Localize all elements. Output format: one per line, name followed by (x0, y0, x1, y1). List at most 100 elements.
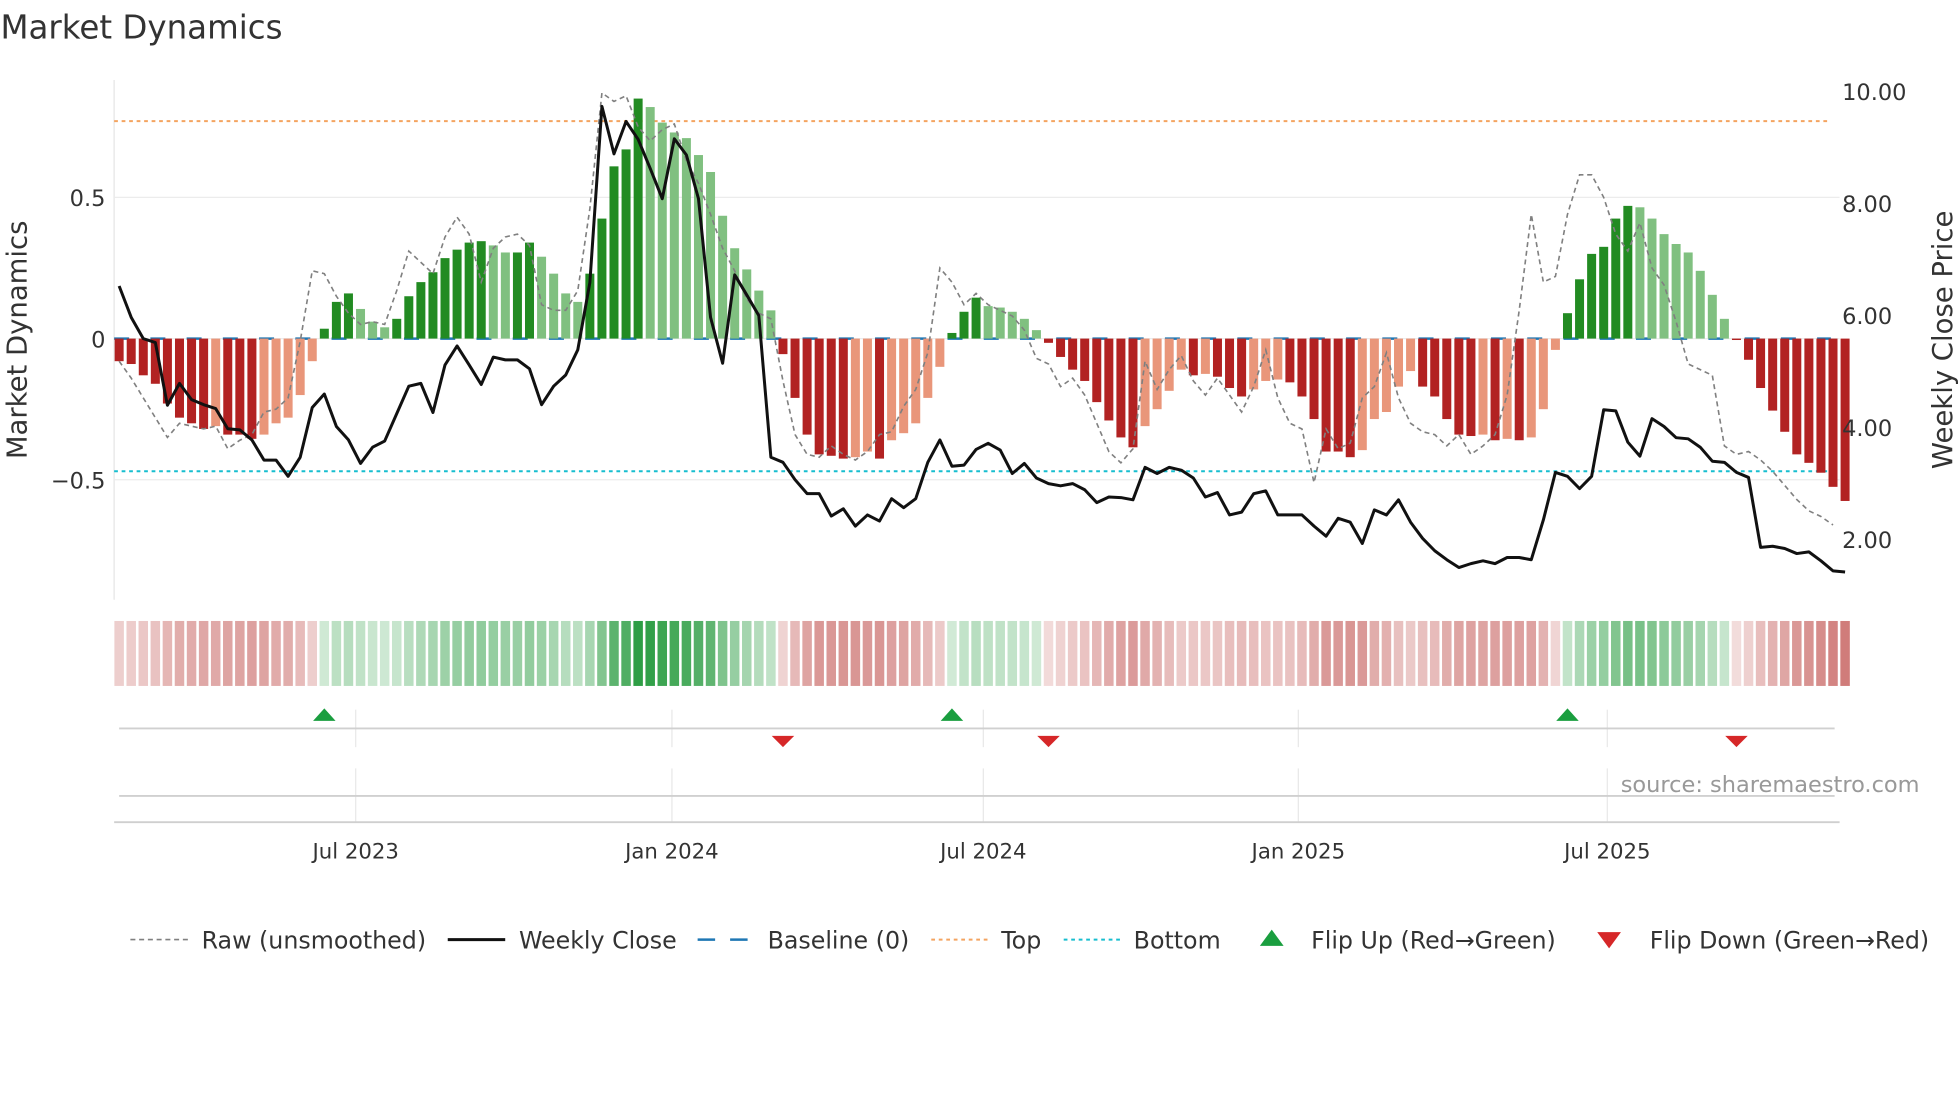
regime-cell (959, 620, 969, 686)
regime-cell (1260, 620, 1271, 686)
momentum-bar (187, 338, 197, 424)
regime-cell (705, 620, 716, 686)
momentum-bar (295, 338, 305, 396)
momentum-bar (1562, 313, 1572, 339)
momentum-bar (1466, 338, 1476, 437)
momentum-bar (1538, 338, 1548, 410)
regime-cell (247, 620, 257, 686)
regime-cell (500, 620, 511, 686)
momentum-bar (1285, 338, 1295, 383)
momentum-bar (1659, 234, 1669, 339)
regime-cell (1369, 620, 1380, 686)
regime-cell (862, 620, 873, 686)
regime-cell (754, 620, 764, 686)
regime-cell (1417, 620, 1428, 686)
regime-cell (295, 620, 305, 686)
regime-cell (1647, 620, 1657, 686)
regime-cell (210, 620, 221, 686)
flip-up-marker (1556, 708, 1579, 721)
momentum-bar (404, 296, 414, 339)
regime-cell (826, 620, 836, 686)
regime-cell (1743, 620, 1754, 686)
momentum-bar (368, 321, 378, 339)
regime-cell (1719, 620, 1730, 686)
momentum-bar (138, 338, 148, 376)
right-y-axis-label: Weekly Close Price (1927, 211, 1959, 469)
regime-cell (1562, 620, 1573, 686)
momentum-bar (259, 338, 269, 435)
legend-label: Flip Down (Green→Red) (1650, 926, 1929, 954)
regime-cell (1731, 620, 1742, 686)
flip-up-marker (313, 708, 336, 721)
regime-cell (1574, 620, 1585, 686)
regime-cell (1442, 620, 1452, 686)
momentum-bar (283, 338, 293, 418)
momentum-bar (814, 338, 824, 455)
momentum-bar (1225, 338, 1235, 389)
momentum-bar (1599, 246, 1609, 339)
regime-cell (681, 620, 692, 686)
regime-cell (802, 620, 812, 686)
regime-cell (1466, 620, 1476, 686)
regime-cell (1550, 620, 1561, 686)
regime-cell (138, 620, 149, 686)
regime-cell (198, 620, 209, 686)
regime-cell (1623, 620, 1633, 686)
regime-cell (404, 620, 414, 686)
momentum-bar (1526, 338, 1536, 438)
momentum-bar (1828, 338, 1838, 487)
regime-cell (1755, 620, 1766, 686)
regime-cell (935, 620, 945, 686)
series-lines (117, 91, 1846, 574)
momentum-bar (1152, 338, 1162, 410)
momentum-bar (1611, 218, 1621, 339)
regime-cell (1285, 620, 1295, 686)
regime-cell (1840, 620, 1850, 686)
legend-item-bottom: Bottom (1063, 926, 1221, 954)
momentum-bar (1683, 252, 1693, 339)
x-tick-label: Jul 2024 (938, 839, 1026, 864)
momentum-bar (1816, 338, 1826, 473)
momentum-bar (476, 241, 486, 339)
regime-cell (597, 620, 607, 686)
regime-cell (126, 620, 136, 686)
momentum-bar (1273, 338, 1283, 380)
regime-cell (1393, 620, 1404, 686)
momentum-bar (1575, 279, 1585, 339)
momentum-bar (235, 338, 245, 435)
regime-cell (1236, 620, 1247, 686)
regime-cell (778, 620, 788, 686)
momentum-bar (1418, 338, 1428, 387)
regime-cell (1067, 620, 1078, 686)
regime-cell (379, 620, 390, 686)
chart-title: Market Dynamics (0, 9, 282, 47)
legend-item-baseline: Baseline (0) (697, 926, 909, 954)
regime-cell (1104, 620, 1114, 686)
momentum-bar (1442, 338, 1452, 420)
momentum-bar (331, 301, 341, 339)
regime-cell (560, 620, 571, 686)
regime-cell (223, 620, 233, 686)
regime-cell (910, 620, 921, 686)
regime-cell (1309, 620, 1319, 686)
momentum-bar (899, 338, 909, 434)
regime-cell (1273, 620, 1283, 686)
momentum-bar (1406, 338, 1416, 372)
momentum-bar (947, 332, 957, 339)
regime-cell (1779, 620, 1790, 686)
flip-up-marker (940, 708, 964, 721)
regime-cell (621, 620, 631, 686)
momentum-bar (1212, 338, 1222, 377)
momentum-bar (875, 338, 885, 459)
momentum-bar (1731, 338, 1741, 341)
momentum-bar (1514, 338, 1524, 441)
flip-markers-panel (114, 708, 1840, 824)
market-dynamics-chart: Market Dynamics 0.5 0 −0.5 10.00 8.00 6.00 4.… (0, 9, 1959, 955)
regime-cell (1333, 620, 1343, 686)
regime-cell (971, 620, 981, 686)
regime-cell (742, 620, 752, 686)
regime-cell (271, 620, 281, 686)
regime-cell (1502, 620, 1512, 686)
y-tick-label: 0 (91, 327, 105, 353)
regime-cell (367, 620, 378, 686)
